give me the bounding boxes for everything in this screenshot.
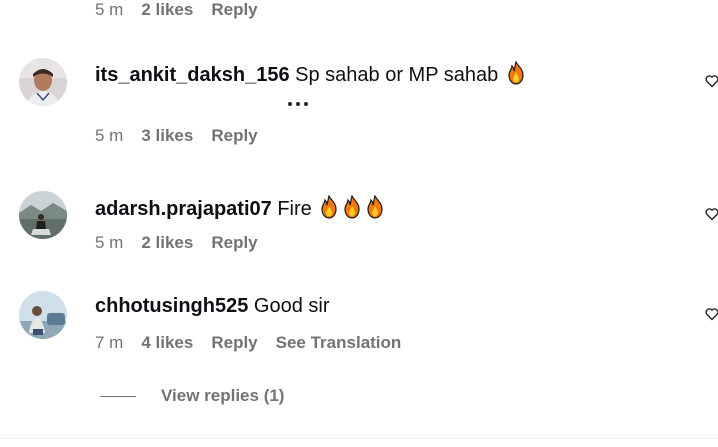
comment-text: Sp sahab or MP sahab	[295, 64, 499, 86]
likes-count-link[interactable]: 3 likes	[141, 126, 193, 146]
comment-text: Good sir	[253, 295, 330, 317]
comment-timestamp: 7 m	[95, 333, 124, 352]
heart-icon[interactable]	[705, 207, 718, 221]
avatar[interactable]	[19, 58, 67, 106]
comment-username[interactable]: adarsh.prajapati07	[95, 198, 272, 220]
fire-emoji-icon	[367, 195, 383, 219]
reply-button[interactable]: Reply	[211, 126, 257, 146]
fire-emoji-icon	[344, 195, 360, 219]
likes-count-link[interactable]: 2 likes	[141, 0, 193, 20]
reply-button[interactable]: Reply	[211, 233, 257, 253]
comment-timestamp: 5 m	[95, 0, 124, 19]
see-translation-button[interactable]: See Translation	[276, 333, 402, 353]
reply-button[interactable]: Reply	[211, 0, 257, 20]
likes-count-link[interactable]: 4 likes	[141, 333, 193, 353]
comment-timestamp: 5 m	[95, 233, 124, 252]
comment-meta-row: 7 m 4 likes Reply See Translation	[95, 333, 401, 353]
comment-meta-row: 5 m 3 likes Reply	[95, 126, 258, 146]
heart-icon[interactable]	[705, 307, 718, 321]
comment-meta-row: 5 m 2 likes Reply	[95, 0, 258, 20]
divider	[0, 438, 718, 439]
heart-icon[interactable]	[705, 74, 718, 88]
replies-divider-line	[100, 395, 136, 397]
comment-timestamp: 5 m	[95, 126, 124, 145]
view-replies-label[interactable]: View replies (1)	[161, 386, 284, 406]
comment-username[interactable]: chhotusingh525	[95, 295, 248, 317]
comment-text: Fire	[277, 198, 312, 220]
fire-emoji-icon	[508, 61, 524, 85]
comment-body: its_ankit_daksh_156 Sp sahab or MP sahab	[95, 61, 527, 87]
avatar[interactable]	[19, 191, 67, 239]
likes-count-link[interactable]: 2 likes	[141, 233, 193, 253]
comments-page: 5 m 2 likes Reply its_ankit_daksh_156 Sp…	[0, 0, 718, 447]
reply-button[interactable]: Reply	[211, 333, 257, 353]
comment-body: chhotusingh525 Good sir	[95, 294, 330, 318]
comment-meta-row: 5 m 2 likes Reply	[95, 233, 258, 253]
avatar[interactable]	[19, 291, 67, 339]
view-replies-button[interactable]: View replies (1)	[100, 386, 284, 406]
fire-emoji-icon	[321, 195, 337, 219]
comment-body: adarsh.prajapati07 Fire	[95, 195, 386, 221]
more-options-icon[interactable]	[288, 102, 308, 106]
comment-username[interactable]: its_ankit_daksh_156	[95, 64, 290, 86]
